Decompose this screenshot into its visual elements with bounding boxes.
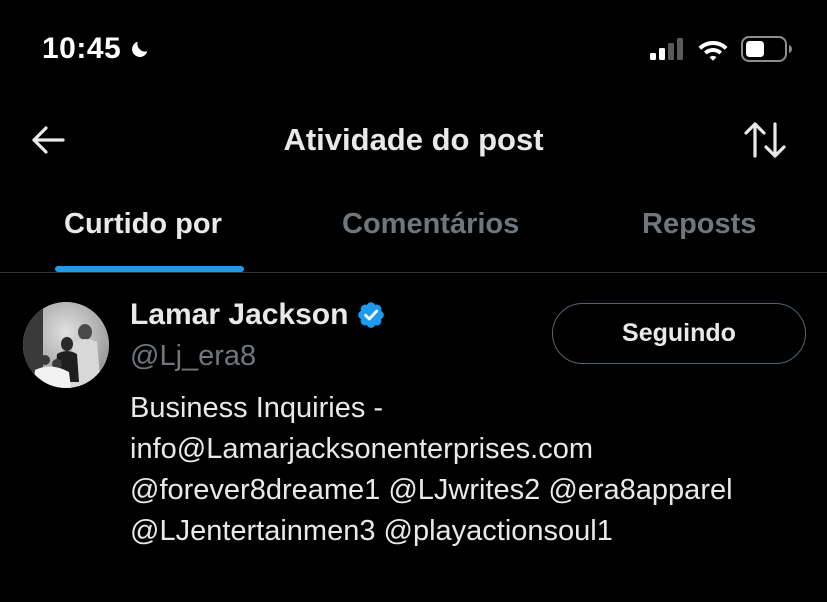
avatar-photo-icon — [23, 302, 109, 388]
bio-line: Business Inquiries - — [130, 392, 384, 424]
tab-bar: Curtido por Comentários Reposts — [0, 192, 827, 272]
bio-mentions-line[interactable]: @forever8dreame1 @LJwrites2 @era8apparel — [130, 470, 810, 511]
status-icons — [649, 36, 793, 62]
user-name[interactable]: Lamar Jackson — [130, 298, 348, 332]
page-title: Atividade do post — [283, 122, 544, 157]
tab-reposts[interactable]: Reposts — [642, 208, 756, 241]
sort-button[interactable] — [741, 118, 789, 162]
verified-badge-icon — [358, 302, 385, 328]
bio-email-link[interactable]: info@Lamarjacksonenterprises.com — [130, 429, 810, 470]
avatar[interactable] — [23, 302, 109, 388]
user-name-row: Lamar Jackson — [130, 298, 386, 332]
user-bio: Business Inquiries - info@Lamarjacksonen… — [130, 388, 810, 552]
divider — [0, 272, 827, 273]
wifi-icon — [698, 41, 728, 61]
tab-liked-by[interactable]: Curtido por — [64, 208, 222, 241]
cellular-signal-icon — [650, 38, 683, 60]
sort-arrows-icon — [744, 122, 786, 158]
user-handle: @Lj_era8 — [130, 340, 257, 372]
bio-mentions-line[interactable]: @LJentertainmen3 @playactionsoul1 — [130, 511, 810, 552]
following-button[interactable]: Seguindo — [552, 303, 806, 364]
tab-comments[interactable]: Comentários — [342, 208, 519, 241]
battery-icon — [741, 36, 792, 62]
moon-icon — [132, 41, 148, 57]
status-time: 10:45 — [42, 32, 151, 66]
status-time-text: 10:45 — [42, 32, 122, 65]
